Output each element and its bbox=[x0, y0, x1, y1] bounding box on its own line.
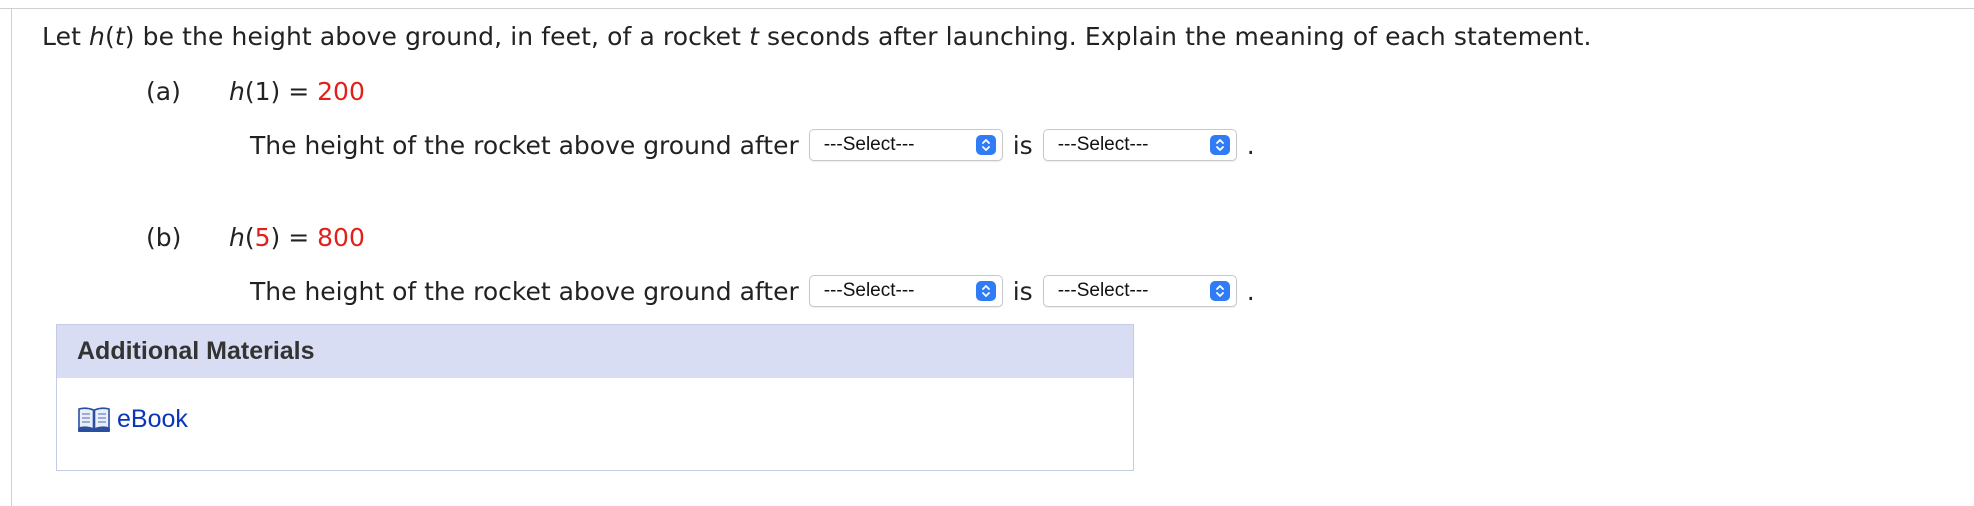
part-b-time-select[interactable]: ---Select--- bbox=[808, 275, 1003, 307]
chevron-up-down-icon bbox=[1209, 135, 1230, 155]
part-a-label: (a) bbox=[146, 77, 181, 106]
part-b-value: 800 bbox=[317, 223, 365, 252]
part-a-height-select[interactable]: ---Select--- bbox=[1042, 129, 1237, 161]
chevron-up-down-icon bbox=[975, 281, 996, 301]
part-b-label: (b) bbox=[146, 223, 182, 252]
part-a-statement-row: The height of the rocket above ground af… bbox=[250, 129, 1255, 161]
part-a-time-select[interactable]: ---Select--- bbox=[808, 129, 1003, 161]
part-a-argument: 1 bbox=[254, 77, 271, 106]
chevron-up-down-icon bbox=[975, 135, 996, 155]
question-text-part: be the height above ground, in feet, of … bbox=[134, 22, 750, 51]
top-divider bbox=[0, 8, 1974, 9]
ebook-link-label: eBook bbox=[117, 405, 188, 433]
left-divider bbox=[11, 8, 12, 506]
part-b-statement: The height of the rocket above ground af… bbox=[250, 276, 799, 306]
ebook-link[interactable]: eBook bbox=[77, 405, 188, 434]
book-icon bbox=[77, 406, 111, 434]
variable-symbol: t bbox=[114, 22, 125, 51]
function-symbol: h bbox=[89, 22, 105, 51]
question-text-part: seconds after launching. Explain the mea… bbox=[759, 22, 1592, 51]
function-symbol: h bbox=[229, 77, 245, 106]
select-value: ---Select--- bbox=[1057, 134, 1149, 155]
part-b-argument: 5 bbox=[254, 223, 271, 252]
additional-materials-header: Additional Materials bbox=[57, 325, 1133, 378]
equals-sign: = bbox=[280, 223, 318, 252]
period: . bbox=[1246, 276, 1255, 306]
question-text: Let h(t) be the height above ground, in … bbox=[42, 22, 1592, 51]
is-label: is bbox=[1012, 276, 1033, 306]
part-a-statement: The height of the rocket above ground af… bbox=[250, 130, 799, 160]
function-symbol: h bbox=[229, 223, 245, 252]
select-value: ---Select--- bbox=[1057, 280, 1149, 301]
part-b-expression: h(5) = 800 bbox=[229, 223, 365, 252]
chevron-up-down-icon bbox=[1209, 281, 1230, 301]
part-b-height-select[interactable]: ---Select--- bbox=[1042, 275, 1237, 307]
equals-sign: = bbox=[280, 77, 318, 106]
part-a-value: 200 bbox=[317, 77, 365, 106]
select-value: ---Select--- bbox=[823, 280, 915, 301]
is-label: is bbox=[1012, 130, 1033, 160]
period: . bbox=[1246, 130, 1255, 160]
part-b-statement-row: The height of the rocket above ground af… bbox=[250, 275, 1255, 307]
variable-symbol: t bbox=[749, 22, 760, 51]
question-text-part: Let bbox=[42, 22, 90, 51]
additional-materials-panel: Additional Materials eBook bbox=[56, 324, 1134, 471]
part-a-expression: h(1) = 200 bbox=[229, 77, 365, 106]
select-value: ---Select--- bbox=[823, 134, 915, 155]
